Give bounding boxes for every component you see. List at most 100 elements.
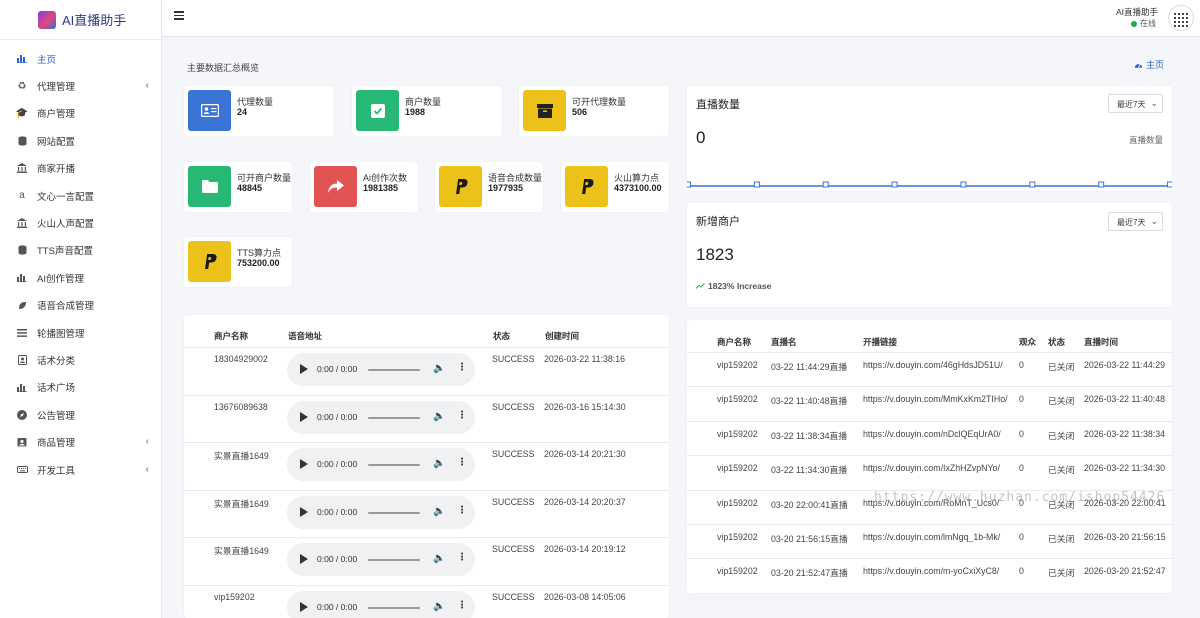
- more-options-icon[interactable]: ⋮: [457, 410, 467, 421]
- column-header: 直播名: [771, 337, 797, 347]
- online-dot-icon: [1131, 20, 1137, 27]
- sidebar-item-label: 开发工具: [37, 465, 76, 477]
- table-row: vip159202 03-22 11:34:30直播 https://v.douyi…: [687, 455, 1172, 489]
- audio-time: 0:00 / 0:00: [317, 411, 358, 422]
- live-viewers: 0: [1019, 360, 1024, 370]
- merchant-name: 18304929002: [214, 354, 268, 364]
- stat-value: 24: [237, 107, 248, 117]
- volume-icon[interactable]: 🔈: [433, 553, 445, 564]
- audio-player[interactable]: 0:00 / 0:00 🔈 ⋮: [287, 543, 475, 577]
- live-data-point: [891, 181, 898, 188]
- sidebar-item-6[interactable]: 火山人声配置: [0, 209, 161, 236]
- live-link[interactable]: https://v.douyin.com/IxZhHZvpNYo/: [863, 463, 1000, 473]
- play-icon[interactable]: [300, 602, 308, 612]
- bar-chart-icon: [16, 53, 28, 65]
- play-icon[interactable]: [300, 506, 308, 517]
- audio-player[interactable]: 0:00 / 0:00 🔈 ⋮: [287, 591, 475, 618]
- merchant-range-select[interactable]: 最近7天 ⌄: [1108, 212, 1163, 231]
- sidebar-item-label: 代理管理: [37, 82, 76, 94]
- audio-progress[interactable]: [368, 464, 420, 467]
- merchant-name: 实景直播1649: [214, 451, 269, 462]
- sidebar-item-2[interactable]: 🎓 商户管理: [0, 100, 161, 127]
- live-link[interactable]: https://v.douyin.com/MmKxKm2TIHo/: [863, 394, 1008, 404]
- play-icon[interactable]: [300, 554, 308, 565]
- stat-box: 语音合成数量 1977935: [435, 162, 543, 212]
- play-icon[interactable]: [300, 411, 308, 422]
- created-time: 2026-03-14 20:19:12: [544, 544, 626, 555]
- bar-chart-icon: [16, 272, 28, 284]
- stat-value: 1988: [405, 107, 426, 117]
- audio-time: 0:00 / 0:00: [317, 364, 358, 374]
- sidebar-item-12[interactable]: 话术广场: [0, 374, 161, 401]
- live-time: 2026-03-22 11:40:48: [1084, 394, 1166, 405]
- merchant-name: vip159202: [214, 592, 255, 602]
- live-link[interactable]: https://v.douyin.com/nDclQEqUrA0/: [863, 429, 1001, 439]
- more-options-icon[interactable]: ⋮: [457, 505, 467, 516]
- sidebar-item-7[interactable]: TTS声音配置: [0, 237, 161, 264]
- column-header: 观众: [1019, 337, 1037, 347]
- watermark: https://www.huzhan.com/ishop54426: [874, 490, 1166, 505]
- volume-icon[interactable]: 🔈: [433, 458, 445, 469]
- live-range-select[interactable]: 最近7天 ⌄: [1108, 94, 1163, 113]
- sidebar-item-3[interactable]: 网站配置: [0, 127, 161, 154]
- audio-progress[interactable]: [368, 369, 420, 371]
- live-time: 2026-03-20 21:52:47: [1084, 566, 1166, 577]
- volume-icon[interactable]: 🔈: [433, 411, 445, 422]
- sidebar-item-label: 话术分类: [37, 355, 76, 367]
- live-link[interactable]: https://v.douyin.com/lmNgq_1b-Mk/: [863, 532, 1000, 542]
- stat-box: 火山算力点 4373100.00: [561, 162, 669, 212]
- sidebar-item-11[interactable]: 话术分类: [0, 346, 161, 373]
- brand[interactable]: AI直播助手: [0, 0, 161, 40]
- created-time: 2026-03-14 20:21:30: [544, 449, 626, 460]
- audio-player[interactable]: 0:00 / 0:00 🔈 ⋮: [287, 495, 475, 529]
- volume-icon[interactable]: 🔈: [433, 506, 445, 517]
- sidebar-item-4[interactable]: 商家开播: [0, 155, 161, 182]
- increase-label: 1823% Increase: [708, 281, 772, 291]
- play-icon[interactable]: [300, 364, 308, 374]
- sidebar-item-15[interactable]: 开发工具 ‹: [0, 456, 161, 483]
- voice-status: SUCCESS: [492, 544, 535, 555]
- live-link[interactable]: https://v.douyin.com/m-yoCxiXyC8/: [863, 566, 999, 576]
- created-time: 2026-03-08 14:05:06: [544, 592, 626, 602]
- audio-player[interactable]: 0:00 / 0:00 🔈 ⋮: [287, 353, 475, 386]
- live-link[interactable]: https://v.douyin.com/46gHdsJD51U/: [863, 360, 1003, 370]
- sidebar-item-8[interactable]: AI创作管理: [0, 264, 161, 291]
- created-time: 2026-03-14 20:20:37: [544, 496, 626, 507]
- audio-player[interactable]: 0:00 / 0:00 🔈 ⋮: [287, 400, 475, 434]
- audio-progress[interactable]: [368, 607, 420, 609]
- play-icon[interactable]: [300, 459, 308, 470]
- stat-box: 可开商户数量 48845: [184, 162, 292, 212]
- avatar[interactable]: [1168, 5, 1194, 31]
- more-options-icon[interactable]: ⋮: [457, 600, 467, 611]
- more-options-icon[interactable]: ⋮: [457, 552, 467, 563]
- live-count-panel: 直播数量 最近7天 ⌄ 0 直播数量: [687, 86, 1172, 191]
- merchant-name: 实景直播1649: [214, 546, 269, 557]
- new-merchant-value: 1823: [696, 245, 734, 264]
- live-live: 03-20 21:52:47直播: [771, 568, 848, 579]
- volume-icon[interactable]: 🔈: [433, 363, 445, 374]
- live-time: 2026-03-22 11:34:30: [1084, 463, 1166, 474]
- audio-player[interactable]: 0:00 / 0:00 🔈 ⋮: [287, 448, 475, 482]
- sidebar-item-13[interactable]: 公告管理: [0, 401, 161, 428]
- breadcrumb[interactable]: 主页: [1134, 58, 1164, 71]
- sidebar-item-14[interactable]: 商品管理 ‹: [0, 428, 161, 455]
- audio-time: 0:00 / 0:00: [317, 602, 358, 612]
- bank-icon: [16, 162, 28, 174]
- sidebar-item-10[interactable]: 轮播图管理: [0, 319, 161, 346]
- user-name[interactable]: AI直播助手: [1116, 6, 1158, 18]
- sidebar-item-0[interactable]: 主页: [0, 45, 161, 72]
- merchant-name: 实景直播1649: [214, 498, 269, 509]
- live-name: vip159202: [717, 463, 758, 474]
- audio-progress[interactable]: [368, 416, 420, 419]
- menu-toggle-icon[interactable]: [174, 11, 184, 20]
- more-options-icon[interactable]: ⋮: [457, 362, 467, 373]
- audio-progress[interactable]: [368, 511, 420, 514]
- sidebar-item-5[interactable]: a 文心一言配置: [0, 182, 161, 209]
- live-status: 已关闭: [1048, 396, 1075, 407]
- more-options-icon[interactable]: ⋮: [457, 457, 467, 468]
- chevron-left-icon: ‹: [145, 436, 149, 448]
- volume-icon[interactable]: 🔈: [433, 601, 445, 612]
- sidebar-item-9[interactable]: 语音合成管理: [0, 292, 161, 319]
- sidebar-item-1[interactable]: ♻ 代理管理 ‹: [0, 72, 161, 99]
- audio-progress[interactable]: [368, 559, 420, 562]
